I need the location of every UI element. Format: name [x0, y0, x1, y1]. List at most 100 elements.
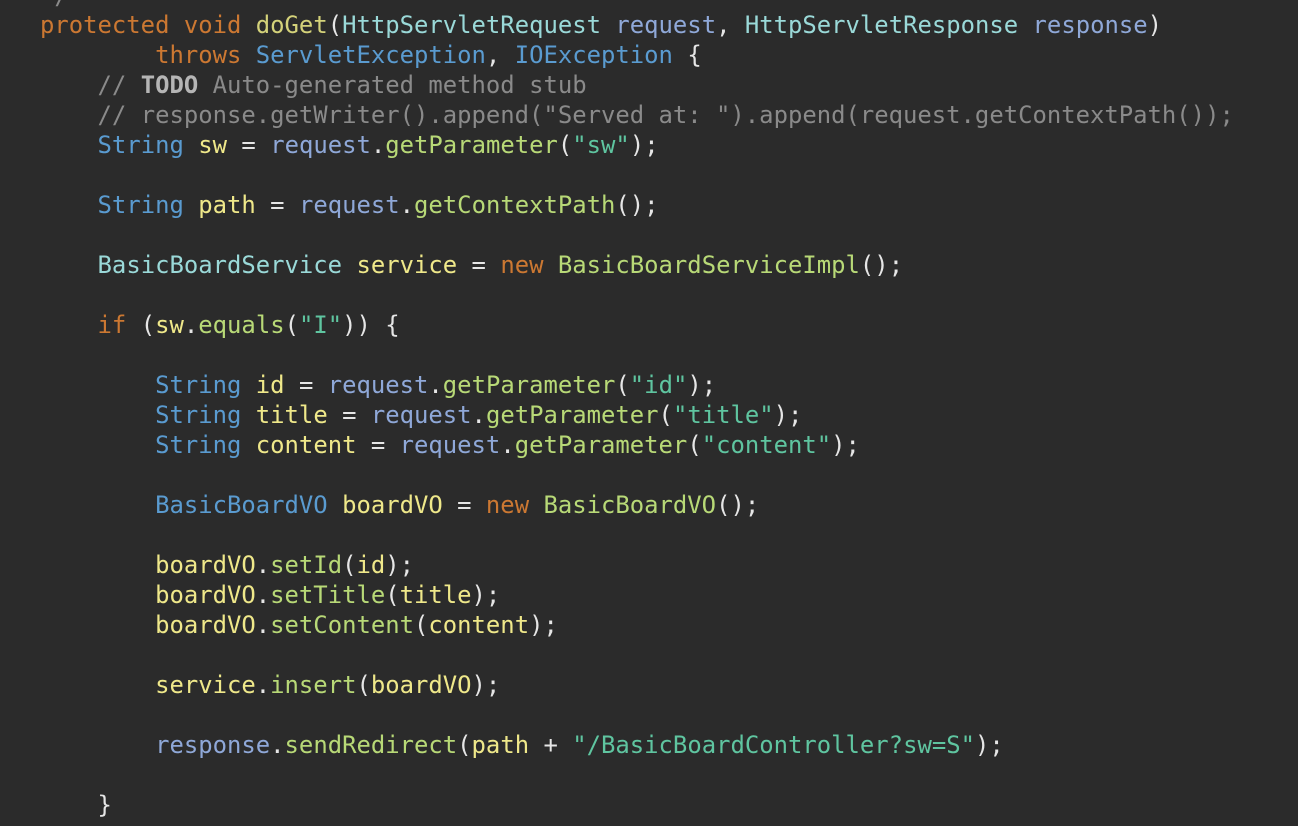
code-token-ctor: setTitle: [270, 581, 386, 609]
code-line[interactable]: throws ServletException, IOException {: [40, 40, 702, 70]
code-line[interactable]: if (sw.equals("I")) {: [40, 310, 400, 340]
code-token-ctor: setId: [270, 551, 343, 579]
code-token-punct: );: [471, 671, 501, 699]
code-token-ctor: setContent: [270, 611, 414, 639]
code-editor[interactable]: */ protected void doGet(HttpServletReque…: [0, 0, 1298, 826]
code-token-kw: new: [500, 251, 544, 279]
code-token-type: HttpServletResponse: [744, 11, 1019, 39]
code-line[interactable]: }: [40, 790, 112, 820]
code-line[interactable]: String sw = request.getParameter("sw");: [40, 130, 659, 160]
code-token-string: "title": [672, 401, 774, 429]
code-token-punct: );: [831, 431, 860, 459]
code-token-punct: );: [975, 731, 1004, 759]
code-token-class: String: [97, 191, 184, 219]
code-token-class: BasicBoardVO: [155, 491, 328, 519]
code-token-kw: protected: [40, 11, 170, 39]
code-token-string: "id": [629, 371, 688, 399]
code-token-punct: .: [183, 311, 199, 339]
code-token-punct: ,: [716, 11, 745, 39]
code-token-class: String: [155, 371, 242, 399]
code-token-punct: .: [500, 431, 515, 459]
code-token-punct: (: [414, 611, 429, 639]
code-token-punct: );: [773, 401, 803, 429]
code-token-punct: ): [1147, 11, 1163, 39]
code-token-punct: =: [284, 371, 328, 399]
code-token-param: request: [298, 191, 400, 219]
code-token-punct: {: [687, 41, 702, 69]
code-line[interactable]: boardVO.setContent(content);: [40, 610, 558, 640]
code-token-todo: TODO: [140, 71, 199, 99]
code-token-local: boardVO: [155, 581, 256, 609]
code-token-punct: (: [140, 311, 156, 339]
code-line[interactable]: protected void doGet(HttpServletRequest …: [40, 10, 1162, 40]
code-token-punct: );: [385, 551, 415, 579]
code-token-ctor: getContextPath: [414, 191, 616, 219]
code-token-local: boardVO: [155, 551, 256, 579]
code-token-punct: (: [687, 431, 702, 459]
code-line[interactable]: String id = request.getParameter("id");: [40, 370, 716, 400]
code-token-punct: +: [529, 731, 573, 759]
code-line[interactable]: boardVO.setId(id);: [40, 550, 414, 580]
code-token-local: boardVO: [155, 611, 256, 639]
code-token-punct: .: [255, 611, 271, 639]
code-line[interactable]: BasicBoardVO boardVO = new BasicBoardVO(…: [40, 490, 759, 520]
code-token-punct: );: [629, 131, 659, 159]
code-token-punct: .: [370, 131, 386, 159]
code-token-comment: // response.getWriter().append("Served a…: [97, 101, 1234, 129]
code-line[interactable]: String title = request.getParameter("tit…: [40, 400, 802, 430]
code-token-ctor: getParameter: [485, 401, 659, 429]
code-line[interactable]: String path = request.getContextPath();: [40, 190, 659, 220]
code-line[interactable]: service.insert(boardVO);: [40, 670, 500, 700]
code-token-punct: }: [97, 791, 112, 819]
code-token-ctor: getParameter: [442, 371, 616, 399]
code-line[interactable]: // TODO Auto-generated method stub: [40, 70, 587, 100]
code-line[interactable]: boardVO.setTitle(title);: [40, 580, 500, 610]
code-token-param: request: [327, 371, 429, 399]
code-token-punct: (: [342, 551, 357, 579]
code-line[interactable]: // response.getWriter().append("Served a…: [40, 100, 1234, 130]
code-token-punct: .: [428, 371, 443, 399]
code-line[interactable]: String content = request.getParameter("c…: [40, 430, 860, 460]
code-token-local: path: [471, 731, 530, 759]
code-token-punct: )) {: [342, 311, 400, 339]
code-token-punct: (: [356, 671, 371, 699]
code-token-string: "I": [298, 311, 343, 339]
code-token-local: content: [255, 431, 357, 459]
code-token-punct: (: [457, 731, 472, 759]
code-token-param: response: [1032, 11, 1148, 39]
code-token-local: title: [399, 581, 472, 609]
code-token-string: "/BasicBoardController?sw=S": [572, 731, 975, 759]
code-token-punct: (: [284, 311, 299, 339]
code-line[interactable]: response.sendRedirect(path + "/BasicBoar…: [40, 730, 1004, 760]
code-token-string: "sw": [572, 131, 630, 159]
code-token-local: title: [255, 401, 328, 429]
code-token-param: request: [270, 131, 371, 159]
code-token-punct: .: [471, 401, 486, 429]
code-token-comment: Auto-generated method stub: [198, 71, 587, 99]
code-token-kw: void: [183, 11, 242, 39]
code-line[interactable]: BasicBoardService service = new BasicBoa…: [40, 250, 904, 280]
code-token-class: ServletException: [255, 41, 486, 69]
comment-fragment: */: [40, 0, 69, 10]
code-token-punct: (: [658, 401, 673, 429]
code-token-ctor: getParameter: [514, 431, 688, 459]
code-token-class: String: [97, 131, 184, 159]
code-token-punct: );: [687, 371, 717, 399]
code-token-local: content: [428, 611, 530, 639]
